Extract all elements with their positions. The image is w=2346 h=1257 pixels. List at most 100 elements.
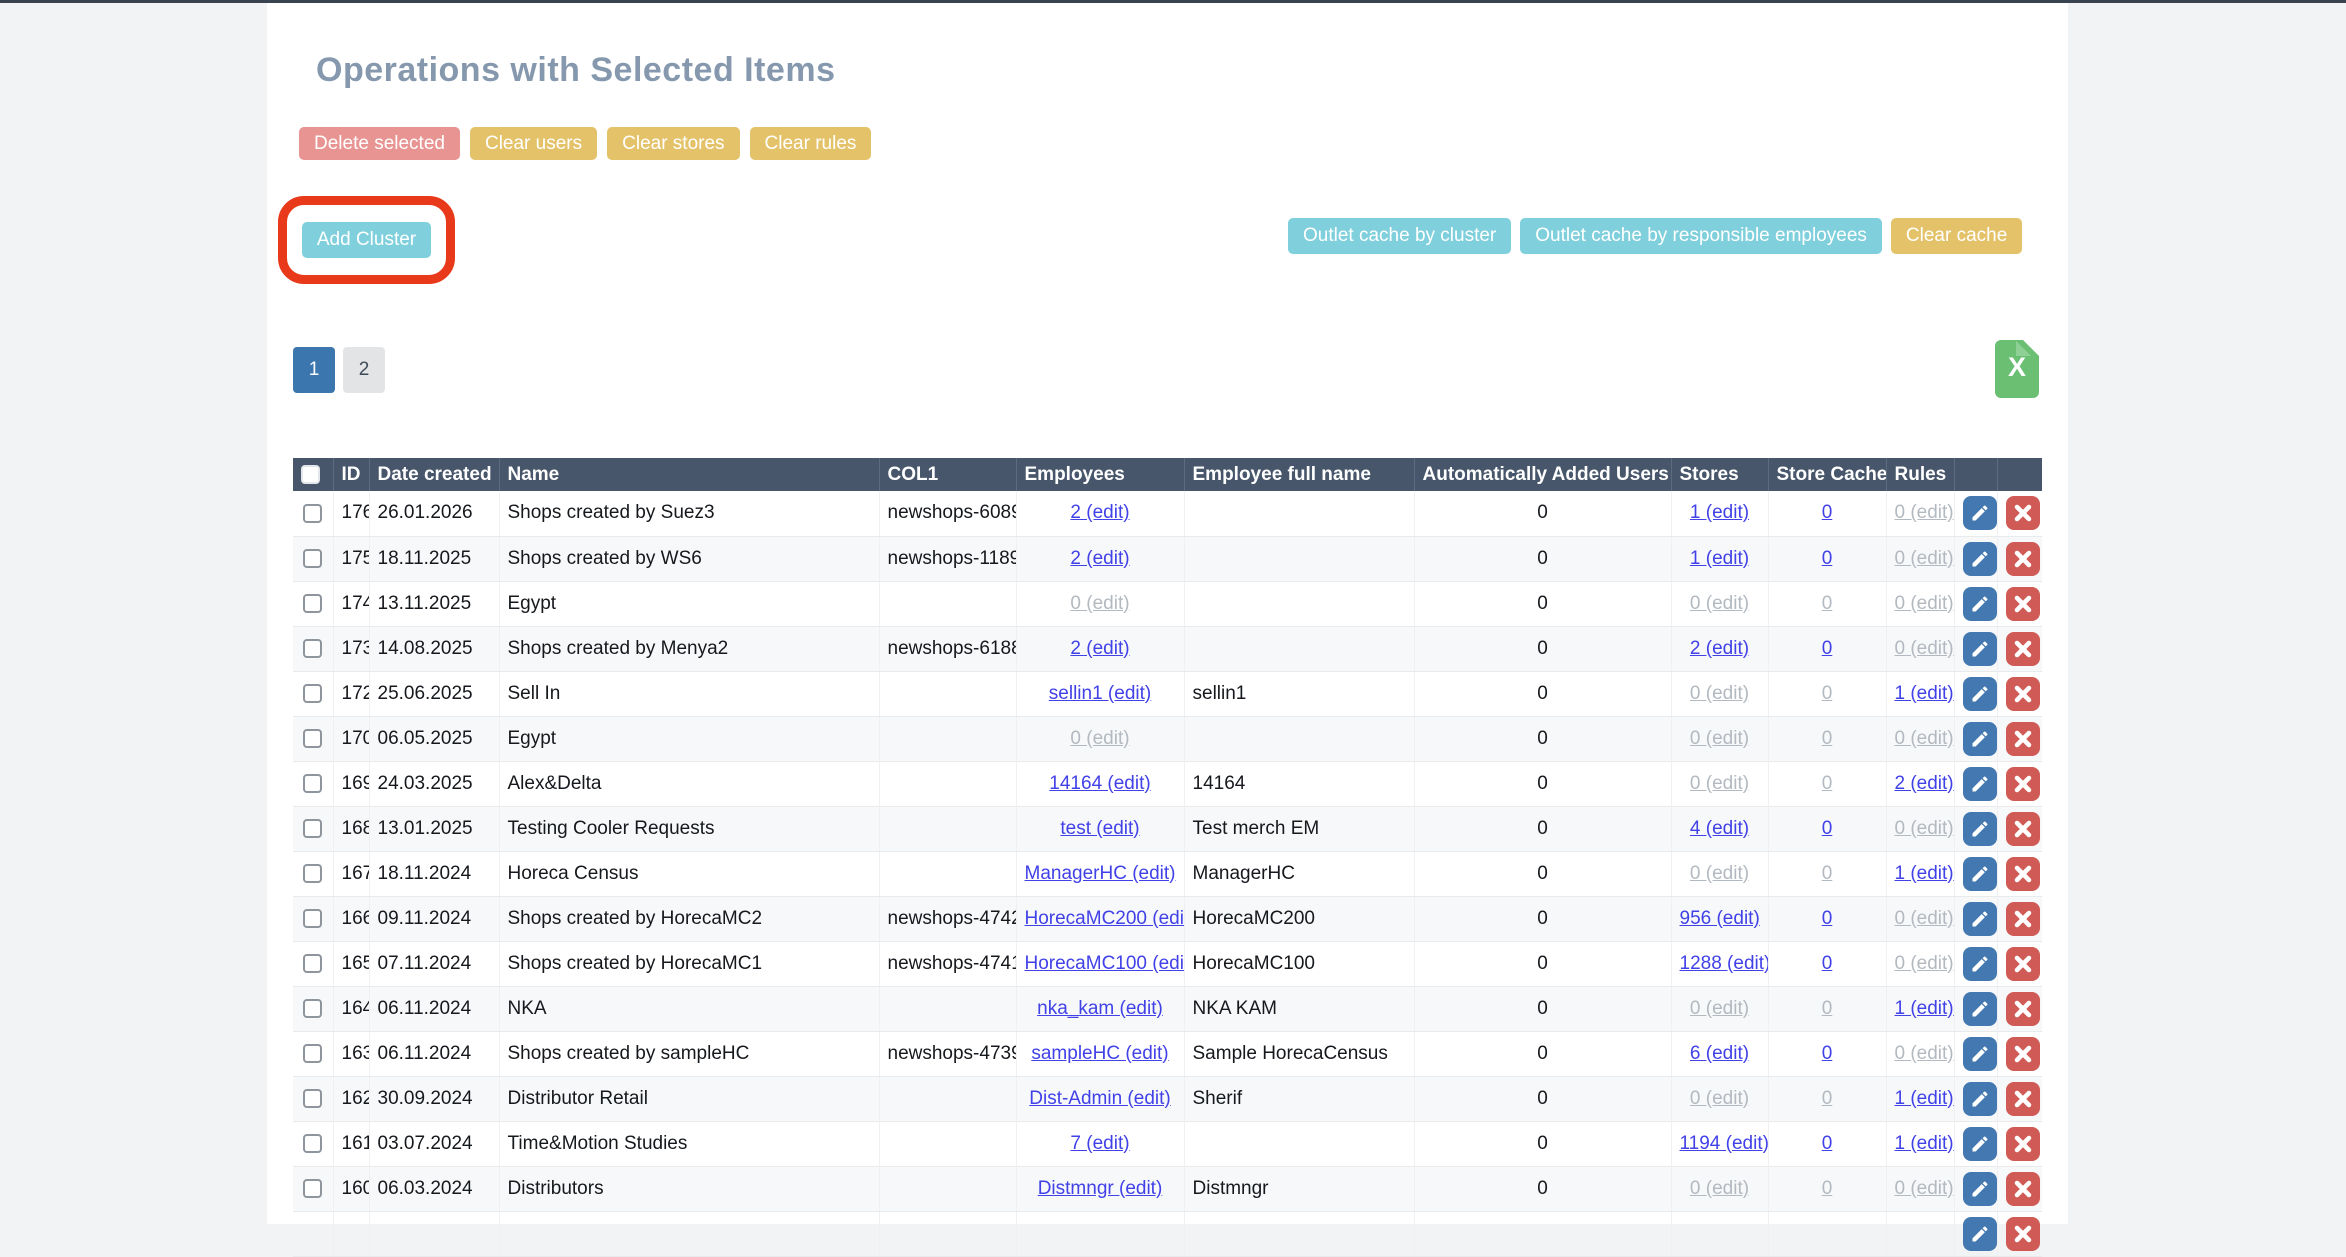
store-cache-link[interactable]: 0 <box>1822 953 1833 974</box>
stores-link[interactable]: 1 (edit) <box>1690 548 1749 569</box>
rules-link[interactable]: 1 (edit) <box>1895 998 1954 1019</box>
row-checkbox[interactable] <box>303 684 322 703</box>
edit-row-button[interactable] <box>1963 857 1997 891</box>
edit-row-button[interactable] <box>1963 632 1997 666</box>
stores-link[interactable]: 0 (edit) <box>1690 1178 1749 1199</box>
employees-link[interactable]: 0 (edit) <box>1070 593 1129 614</box>
store-cache-link[interactable]: 0 <box>1822 728 1833 749</box>
row-checkbox[interactable] <box>303 1089 322 1108</box>
stores-link[interactable]: 0 (edit) <box>1690 863 1749 884</box>
delete-selected-button[interactable]: Delete selected <box>299 127 460 160</box>
employees-link[interactable]: 2 (edit) <box>1070 502 1129 523</box>
store-cache-link[interactable]: 0 <box>1822 1043 1833 1064</box>
store-cache-link[interactable]: 0 <box>1822 773 1833 794</box>
stores-link[interactable]: 0 (edit) <box>1690 728 1749 749</box>
delete-row-button[interactable] <box>2006 902 2040 936</box>
rules-link[interactable]: 0 (edit) <box>1895 953 1954 974</box>
rules-link[interactable]: 0 (edit) <box>1895 548 1954 569</box>
employees-link[interactable]: 14164 (edit) <box>1049 773 1150 794</box>
rules-link[interactable]: 2 (edit) <box>1895 773 1954 794</box>
row-checkbox[interactable] <box>303 1134 322 1153</box>
stores-link[interactable]: 0 (edit) <box>1690 998 1749 1019</box>
delete-row-button[interactable] <box>2006 767 2040 801</box>
delete-row-button[interactable] <box>2006 722 2040 756</box>
stores-link[interactable]: 1 (edit) <box>1690 502 1749 523</box>
employees-link[interactable]: 2 (edit) <box>1070 638 1129 659</box>
row-checkbox[interactable] <box>303 1044 322 1063</box>
row-checkbox[interactable] <box>303 549 322 568</box>
employees-link[interactable]: 2 (edit) <box>1070 548 1129 569</box>
row-checkbox[interactable] <box>303 504 322 523</box>
delete-row-button[interactable] <box>2006 677 2040 711</box>
row-checkbox[interactable] <box>303 819 322 838</box>
row-checkbox[interactable] <box>303 1179 322 1198</box>
rules-link[interactable]: 0 (edit) <box>1895 728 1954 749</box>
clear-stores-button[interactable]: Clear stores <box>607 127 739 160</box>
store-cache-link[interactable]: 0 <box>1822 1088 1833 1109</box>
employees-link[interactable]: Dist-Admin (edit) <box>1029 1088 1170 1109</box>
stores-link[interactable]: 0 (edit) <box>1690 593 1749 614</box>
delete-row-button[interactable] <box>2006 1172 2040 1206</box>
edit-row-button[interactable] <box>1963 1172 1997 1206</box>
store-cache-link[interactable]: 0 <box>1822 998 1833 1019</box>
store-cache-link[interactable]: 0 <box>1822 638 1833 659</box>
select-all-checkbox[interactable] <box>301 465 320 484</box>
employees-link[interactable]: 7 (edit) <box>1070 1133 1129 1154</box>
add-cluster-button[interactable]: Add Cluster <box>302 222 431 258</box>
edit-row-button[interactable] <box>1963 542 1997 576</box>
edit-row-button[interactable] <box>1963 496 1997 530</box>
delete-row-button[interactable] <box>2006 992 2040 1026</box>
rules-link[interactable]: 1 (edit) <box>1895 1088 1954 1109</box>
rules-link[interactable]: 0 (edit) <box>1895 1178 1954 1199</box>
store-cache-link[interactable]: 0 <box>1822 818 1833 839</box>
row-checkbox[interactable] <box>303 999 322 1018</box>
edit-row-button[interactable] <box>1963 677 1997 711</box>
edit-row-button[interactable] <box>1963 767 1997 801</box>
delete-row-button[interactable] <box>2006 542 2040 576</box>
edit-row-button[interactable] <box>1963 1082 1997 1116</box>
rules-link[interactable]: 0 (edit) <box>1895 593 1954 614</box>
edit-row-button[interactable] <box>1963 902 1997 936</box>
store-cache-link[interactable]: 0 <box>1822 502 1833 523</box>
employees-link[interactable]: ManagerHC (edit) <box>1025 863 1176 884</box>
stores-link[interactable]: 6 (edit) <box>1690 1043 1749 1064</box>
edit-row-button[interactable] <box>1963 1217 1997 1251</box>
store-cache-link[interactable]: 0 <box>1822 1178 1833 1199</box>
clear-rules-button[interactable]: Clear rules <box>750 127 872 160</box>
page-button-2[interactable]: 2 <box>343 347 385 393</box>
employees-link[interactable]: sampleHC (edit) <box>1031 1043 1168 1064</box>
rules-link[interactable]: 1 (edit) <box>1895 683 1954 704</box>
edit-row-button[interactable] <box>1963 587 1997 621</box>
store-cache-link[interactable]: 0 <box>1822 683 1833 704</box>
stores-link[interactable]: 1194 (edit) <box>1680 1133 1769 1154</box>
row-checkbox[interactable] <box>303 954 322 973</box>
delete-row-button[interactable] <box>2006 496 2040 530</box>
delete-row-button[interactable] <box>2006 1217 2040 1251</box>
edit-row-button[interactable] <box>1963 1037 1997 1071</box>
clear-cache-button[interactable]: Clear cache <box>1891 218 2022 254</box>
row-checkbox[interactable] <box>303 729 322 748</box>
edit-row-button[interactable] <box>1963 812 1997 846</box>
stores-link[interactable]: 1288 (edit) <box>1680 953 1769 974</box>
outlet-cache-by-cluster-button[interactable]: Outlet cache by cluster <box>1288 218 1511 254</box>
rules-link[interactable]: 0 (edit) <box>1895 818 1954 839</box>
delete-row-button[interactable] <box>2006 587 2040 621</box>
edit-row-button[interactable] <box>1963 722 1997 756</box>
row-checkbox[interactable] <box>303 639 322 658</box>
employees-link[interactable]: HorecaMC200 (edit) <box>1025 908 1185 929</box>
rules-link[interactable]: 1 (edit) <box>1895 1133 1954 1154</box>
stores-link[interactable]: 0 (edit) <box>1690 773 1749 794</box>
employees-link[interactable]: nka_kam (edit) <box>1037 998 1163 1019</box>
stores-link[interactable]: 956 (edit) <box>1680 908 1760 929</box>
store-cache-link[interactable]: 0 <box>1822 908 1833 929</box>
employees-link[interactable]: sellin1 (edit) <box>1049 683 1151 704</box>
employees-link[interactable]: HorecaMC100 (edit) <box>1025 953 1185 974</box>
row-checkbox[interactable] <box>303 864 322 883</box>
stores-link[interactable]: 0 (edit) <box>1690 1088 1749 1109</box>
store-cache-link[interactable]: 0 <box>1822 593 1833 614</box>
rules-link[interactable]: 0 (edit) <box>1895 638 1954 659</box>
stores-link[interactable]: 0 (edit) <box>1690 683 1749 704</box>
rules-link[interactable]: 0 (edit) <box>1895 502 1954 523</box>
row-checkbox[interactable] <box>303 594 322 613</box>
delete-row-button[interactable] <box>2006 632 2040 666</box>
